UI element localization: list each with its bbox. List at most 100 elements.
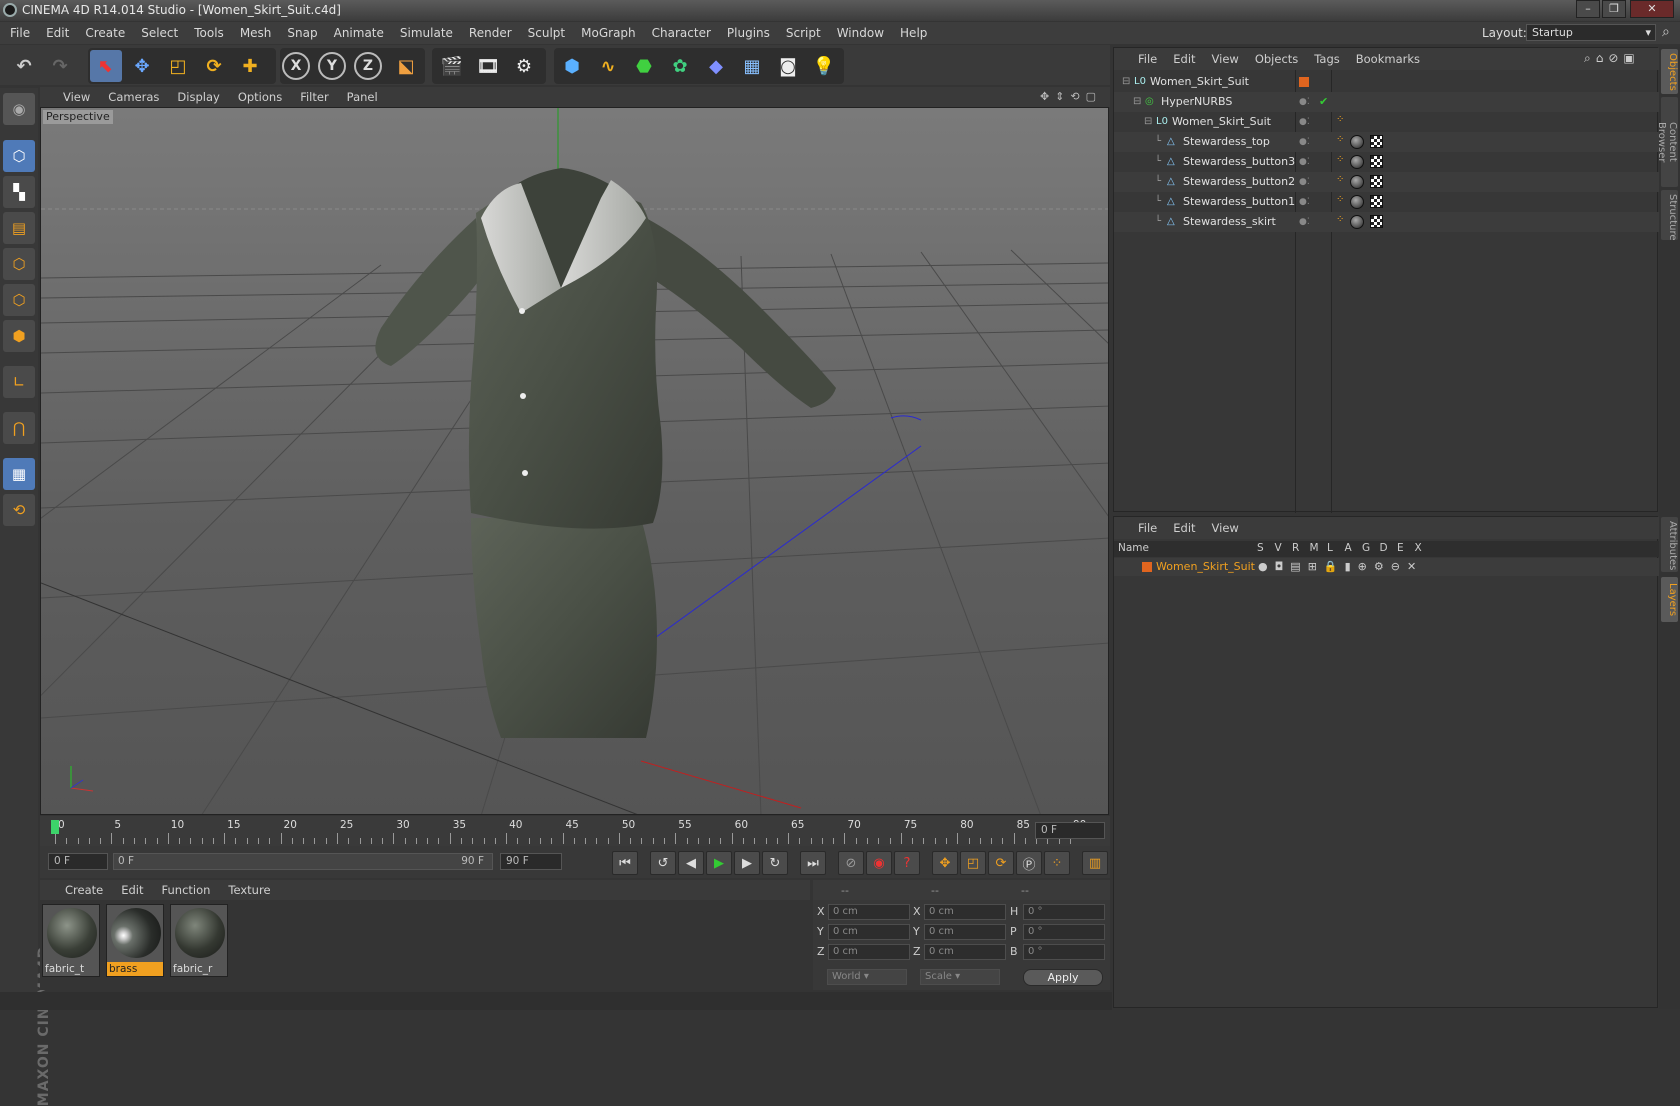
object-menu-edit[interactable]: Edit bbox=[1165, 48, 1203, 70]
viewport-menu-panel[interactable]: Panel bbox=[338, 87, 387, 107]
object-name[interactable]: Stewardess_skirt bbox=[1183, 212, 1276, 232]
edges-mode-button[interactable]: ⬡ bbox=[3, 284, 35, 316]
object-row[interactable]: └ △ Stewardess_top ●⁚ ⁘ bbox=[1114, 132, 1659, 152]
object-name[interactable]: Stewardess_button3 bbox=[1183, 152, 1295, 172]
viewport-menu-filter[interactable]: Filter bbox=[291, 87, 337, 107]
menu-edit[interactable]: Edit bbox=[38, 22, 77, 44]
object-menu-tags[interactable]: Tags bbox=[1306, 48, 1347, 70]
material-tag-icon[interactable] bbox=[1350, 215, 1364, 229]
menu-tools[interactable]: Tools bbox=[186, 22, 232, 44]
enabled-check-icon[interactable]: ✔ bbox=[1319, 92, 1328, 112]
timeline-ruler[interactable]: 051015202530354045505560657075808590 0 F bbox=[40, 816, 1110, 846]
menu-select[interactable]: Select bbox=[133, 22, 186, 44]
floor-button[interactable]: ▦ bbox=[736, 50, 768, 82]
pos-x-field[interactable]: 0 cm bbox=[828, 904, 910, 920]
restore-button[interactable]: ❐ bbox=[1602, 0, 1626, 18]
next-frame-button[interactable]: ▶ bbox=[734, 851, 760, 875]
undo-button[interactable]: ↶ bbox=[8, 50, 40, 82]
viewport-menu-view[interactable]: View bbox=[54, 87, 99, 107]
phong-tag-icon[interactable]: ⁘ bbox=[1336, 150, 1344, 170]
visibility-dots-icon[interactable]: ●⁚ bbox=[1299, 172, 1310, 192]
rot-p-field[interactable]: 0 ° bbox=[1023, 924, 1105, 940]
key-pla-button[interactable]: ⁘ bbox=[1044, 851, 1070, 875]
axis-mode-button[interactable]: ∟ bbox=[3, 366, 35, 398]
layer-color-swatch[interactable] bbox=[1299, 77, 1309, 87]
texture-mode-button[interactable]: ▚ bbox=[3, 176, 35, 208]
layer-menu-file[interactable]: File bbox=[1130, 517, 1165, 539]
snap-button[interactable]: ⋂ bbox=[3, 412, 35, 444]
material-tag-icon[interactable] bbox=[1350, 175, 1364, 189]
material-fabric-t[interactable]: fabric_t bbox=[42, 904, 100, 977]
layer-col-v[interactable]: V bbox=[1275, 542, 1282, 554]
tab-attributes[interactable]: Attributes bbox=[1661, 517, 1678, 572]
object-name[interactable]: Women_Skirt_Suit bbox=[1172, 112, 1271, 132]
play-button[interactable]: ▶ bbox=[706, 851, 732, 875]
camera-button[interactable]: ◙ bbox=[772, 50, 804, 82]
material-brass[interactable]: brass bbox=[106, 904, 164, 977]
add-tool-button[interactable]: ✚ bbox=[234, 50, 266, 82]
viewport-nav-icons[interactable]: ✥⇕⟲▢ bbox=[1040, 90, 1102, 103]
object-name[interactable]: HyperNURBS bbox=[1161, 92, 1232, 112]
key-scale-button[interactable]: ◰ bbox=[960, 851, 986, 875]
autokey-button[interactable]: ◉ bbox=[866, 851, 892, 875]
go-to-end-button[interactable]: ⏭ bbox=[800, 851, 826, 875]
visibility-dots-icon[interactable]: ●⁚ bbox=[1299, 92, 1310, 112]
polygons-mode-button[interactable]: ⬢ bbox=[3, 320, 35, 352]
object-name[interactable]: Women_Skirt_Suit bbox=[1150, 72, 1249, 92]
range-slider[interactable]: 0 F 90 F bbox=[113, 853, 493, 870]
object-row[interactable]: └ △ Stewardess_button1 ●⁚ ⁘ bbox=[1114, 192, 1659, 212]
key-position-button[interactable]: ✥ bbox=[932, 851, 958, 875]
layer-color-swatch[interactable] bbox=[1142, 562, 1152, 572]
layer-col-name[interactable]: Name bbox=[1118, 542, 1149, 554]
object-row[interactable]: └ △ Stewardess_button3 ●⁚ ⁘ bbox=[1114, 152, 1659, 172]
layer-menu-edit[interactable]: Edit bbox=[1165, 517, 1203, 539]
pos-z-field[interactable]: 0 cm bbox=[828, 944, 910, 960]
rotate-tool-button[interactable]: ⟳ bbox=[198, 50, 230, 82]
menu-character[interactable]: Character bbox=[644, 22, 719, 44]
layer-col-e[interactable]: E bbox=[1397, 542, 1404, 554]
tab-content-browser[interactable]: Content Browser bbox=[1656, 97, 1678, 187]
object-menu-view[interactable]: View bbox=[1204, 48, 1247, 70]
menu-mograph[interactable]: MoGraph bbox=[573, 22, 644, 44]
phong-tag-icon[interactable]: ⁘ bbox=[1336, 190, 1344, 210]
object-menu-objects[interactable]: Objects bbox=[1247, 48, 1306, 70]
3d-viewport[interactable]: Perspective bbox=[40, 107, 1109, 815]
object-row[interactable]: ⊟L0Women_Skirt_Suit●⁚ bbox=[1114, 72, 1659, 92]
material-tag-icon[interactable] bbox=[1350, 195, 1364, 209]
uvw-tag-icon[interactable] bbox=[1370, 215, 1383, 228]
object-row[interactable]: └ △ Stewardess_button2 ●⁚ ⁘ bbox=[1114, 172, 1659, 192]
menu-mesh[interactable]: Mesh bbox=[232, 22, 280, 44]
phong-tag-icon[interactable]: ⁘ bbox=[1336, 170, 1344, 190]
key-rotation-button[interactable]: ⟳ bbox=[988, 851, 1014, 875]
expand-toggle-icon[interactable]: ⊟ bbox=[1144, 112, 1152, 132]
keyframe-selection-button[interactable]: ? bbox=[894, 851, 920, 875]
phong-tag-icon[interactable]: ⁘ bbox=[1336, 130, 1344, 150]
uvw-tag-icon[interactable] bbox=[1370, 155, 1383, 168]
z-axis-lock-button[interactable]: Z bbox=[354, 52, 382, 80]
layer-flag-icons[interactable]: ●◘▤⊞🔒▮⊕⚙⊖✕ bbox=[1258, 560, 1423, 573]
layer-name[interactable]: Women_Skirt_Suit bbox=[1156, 560, 1255, 573]
deformer-button[interactable]: ◆ bbox=[700, 50, 732, 82]
material-tag-icon[interactable] bbox=[1350, 155, 1364, 169]
object-row[interactable]: └ △ Stewardess_skirt ●⁚ ⁘ bbox=[1114, 212, 1659, 232]
material-menu-create[interactable]: Create bbox=[56, 880, 112, 900]
go-to-start-button[interactable]: ⏮ bbox=[612, 851, 638, 875]
tab-objects[interactable]: Objects bbox=[1661, 49, 1678, 94]
menu-snap[interactable]: Snap bbox=[279, 22, 325, 44]
tab-layers[interactable]: Layers bbox=[1661, 577, 1678, 622]
material-tag-icon[interactable] bbox=[1350, 135, 1364, 149]
layer-col-s[interactable]: S bbox=[1257, 542, 1264, 554]
y-axis-lock-button[interactable]: Y bbox=[318, 52, 346, 80]
object-manager-nav-icons[interactable]: ⌕⌂⊘▣ bbox=[1584, 51, 1640, 66]
workplane-mode-button[interactable]: ▤ bbox=[3, 212, 35, 244]
rot-b-field[interactable]: 0 ° bbox=[1023, 944, 1105, 960]
live-selection-button[interactable]: ⬉ bbox=[90, 50, 122, 82]
x-axis-lock-button[interactable]: X bbox=[282, 52, 310, 80]
menu-file[interactable]: File bbox=[2, 22, 38, 44]
viewport-menu-display[interactable]: Display bbox=[168, 87, 228, 107]
key-parameter-button[interactable]: Ⓟ bbox=[1016, 851, 1042, 875]
current-frame-field[interactable]: 0 F bbox=[1035, 822, 1105, 839]
object-name[interactable]: Stewardess_top bbox=[1183, 132, 1270, 152]
render-picture-viewer-button[interactable]: 🎞 bbox=[472, 50, 504, 82]
layer-col-r[interactable]: R bbox=[1292, 542, 1299, 554]
